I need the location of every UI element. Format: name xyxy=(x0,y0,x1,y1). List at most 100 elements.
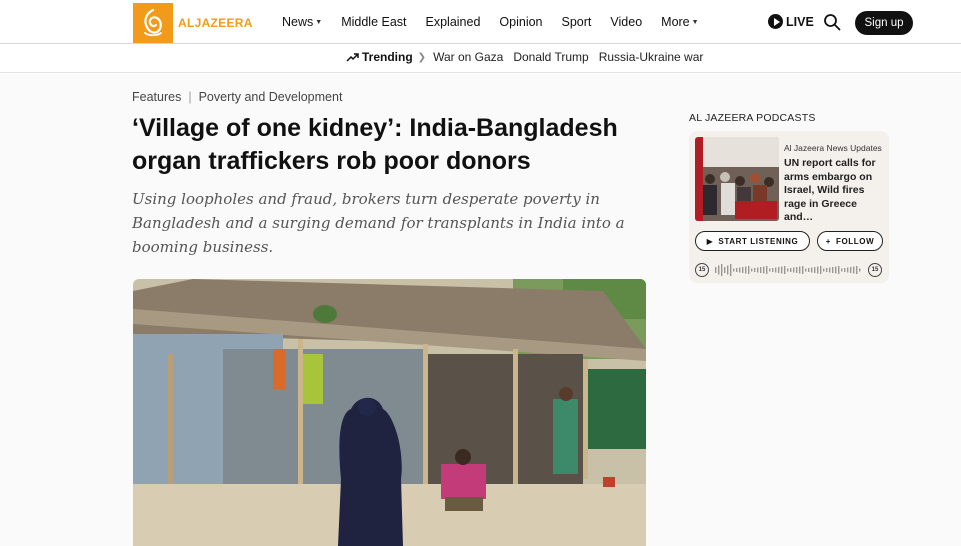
waveform-bar xyxy=(826,268,828,272)
trending-link[interactable]: Donald Trump xyxy=(513,50,588,64)
waveform-bar xyxy=(757,267,759,273)
signup-button[interactable]: Sign up xyxy=(855,11,913,35)
hero-image[interactable] xyxy=(133,279,646,546)
audio-waveform[interactable] xyxy=(715,262,863,278)
trending-link[interactable]: Russia-Ukraine war xyxy=(599,50,704,64)
waveform-bar xyxy=(787,268,789,272)
nav-label: News xyxy=(282,15,314,29)
nav-label: Sport xyxy=(561,15,592,29)
follow-button[interactable]: + FOLLOW xyxy=(817,231,883,251)
nav-label: More xyxy=(661,15,690,29)
nav-item-opinion[interactable]: Opinion xyxy=(499,15,542,29)
waveform-bar xyxy=(847,267,849,273)
trending-link[interactable]: War on Gaza xyxy=(433,50,503,64)
nav-item-middle-east[interactable]: Middle East xyxy=(341,15,406,29)
breadcrumb: Features | Poverty and Development xyxy=(132,90,342,104)
waveform-bar xyxy=(730,264,732,276)
waveform-bar xyxy=(760,267,762,273)
play-icon xyxy=(768,14,783,29)
waveform-bar xyxy=(739,267,741,273)
waveform-bar xyxy=(718,265,720,275)
waveform-bar xyxy=(727,265,729,275)
waveform-bar xyxy=(724,267,726,273)
logo-mark-icon xyxy=(133,3,173,43)
waveform-bar xyxy=(841,268,843,272)
logo-wordmark: ALJAZEERA xyxy=(178,16,253,30)
nav-label: Video xyxy=(610,15,643,29)
live-label: LIVE xyxy=(786,14,814,29)
chevron-down-icon: ▼ xyxy=(691,18,699,26)
waveform-bar xyxy=(790,268,792,272)
waveform-bar xyxy=(715,267,717,273)
waveform-bar xyxy=(775,267,777,273)
waveform-bar xyxy=(781,266,783,274)
waveform-bar xyxy=(751,268,753,272)
trending-bar: Trending ❯ War on Gaza Donald Trump Russ… xyxy=(0,45,961,73)
waveform-bar xyxy=(772,268,774,272)
listen-label: START LISTENING xyxy=(718,236,799,246)
waveform-bar xyxy=(838,266,840,274)
waveform-bar xyxy=(784,266,786,274)
breadcrumb-features[interactable]: Features xyxy=(132,90,181,104)
trending-label: Trending xyxy=(346,50,413,64)
waveform-bar xyxy=(832,267,834,273)
breadcrumb-divider: | xyxy=(188,90,192,104)
nav-item-explained[interactable]: Explained xyxy=(426,15,481,29)
search-icon[interactable] xyxy=(823,13,841,31)
follow-label: FOLLOW xyxy=(836,236,875,246)
podcast-episode-title[interactable]: UN report calls for arms embargo on Isra… xyxy=(784,157,886,225)
waveform-bar xyxy=(820,266,822,274)
waveform-bar xyxy=(859,268,861,272)
live-button[interactable]: LIVE xyxy=(768,14,814,29)
chevron-down-icon: ▼ xyxy=(315,18,323,26)
nav-item-news[interactable]: News ▼ xyxy=(282,15,322,29)
skip-back-icon[interactable]: 15 xyxy=(695,263,709,277)
waveform-bar xyxy=(835,266,837,274)
nav-label: Middle East xyxy=(341,15,407,29)
article-dek: Using loopholes and fraud, brokers turn … xyxy=(132,190,625,256)
podcasts-section-title: AL JAZEERA PODCASTS xyxy=(689,112,816,124)
site-header: ALJAZEERA News ▼ Middle East Explained Op… xyxy=(0,0,961,44)
podcast-show-name: Al Jazeera News Updates xyxy=(784,143,882,153)
trending-up-icon xyxy=(346,52,359,62)
nav-item-sport[interactable]: Sport xyxy=(562,15,592,29)
nav-item-video[interactable]: Video xyxy=(610,15,642,29)
waveform-bar xyxy=(844,268,846,272)
start-listening-button[interactable]: ▶ START LISTENING xyxy=(695,231,810,251)
waveform-bar xyxy=(742,267,744,273)
waveform-bar xyxy=(796,267,798,273)
waveform-bar xyxy=(811,267,813,273)
main-nav: News ▼ Middle East Explained Opinion Spor… xyxy=(282,15,718,29)
waveform-bar xyxy=(745,266,747,274)
breadcrumb-topic[interactable]: Poverty and Development xyxy=(199,90,343,104)
waveform-bar xyxy=(814,267,816,273)
plus-icon: + xyxy=(825,236,831,246)
waveform-bar xyxy=(763,266,765,274)
waveform-bar xyxy=(829,267,831,273)
waveform-bar xyxy=(799,266,801,274)
waveform-bar xyxy=(721,264,723,276)
waveform-bar xyxy=(778,267,780,273)
podcast-card: Al Jazeera News Updates UN report calls … xyxy=(689,131,889,283)
trending-list: Trending ❯ War on Gaza Donald Trump Russ… xyxy=(346,50,713,64)
waveform-bar xyxy=(856,266,858,274)
waveform-bar xyxy=(853,266,855,274)
waveform-bar xyxy=(808,268,810,272)
nav-item-more[interactable]: More ▼ xyxy=(661,15,698,29)
logo[interactable]: ALJAZEERA xyxy=(133,3,253,43)
waveform-bar xyxy=(733,268,735,272)
waveform-bar xyxy=(736,268,738,272)
trending-text: Trending xyxy=(362,50,413,64)
article-headline: ‘Village of one kidney’: India-Banglades… xyxy=(132,114,618,175)
nav-label: Explained xyxy=(425,15,481,29)
chevron-right-icon: ❯ xyxy=(417,51,427,63)
waveform-bar xyxy=(793,267,795,273)
waveform-bar xyxy=(748,266,750,274)
podcast-thumbnail[interactable] xyxy=(695,137,779,221)
play-icon: ▶ xyxy=(706,236,714,246)
waveform-bar xyxy=(769,268,771,272)
waveform-bar xyxy=(805,268,807,272)
waveform-bar xyxy=(817,266,819,274)
waveform-bar xyxy=(766,266,768,274)
skip-forward-icon[interactable]: 15 xyxy=(868,263,882,277)
